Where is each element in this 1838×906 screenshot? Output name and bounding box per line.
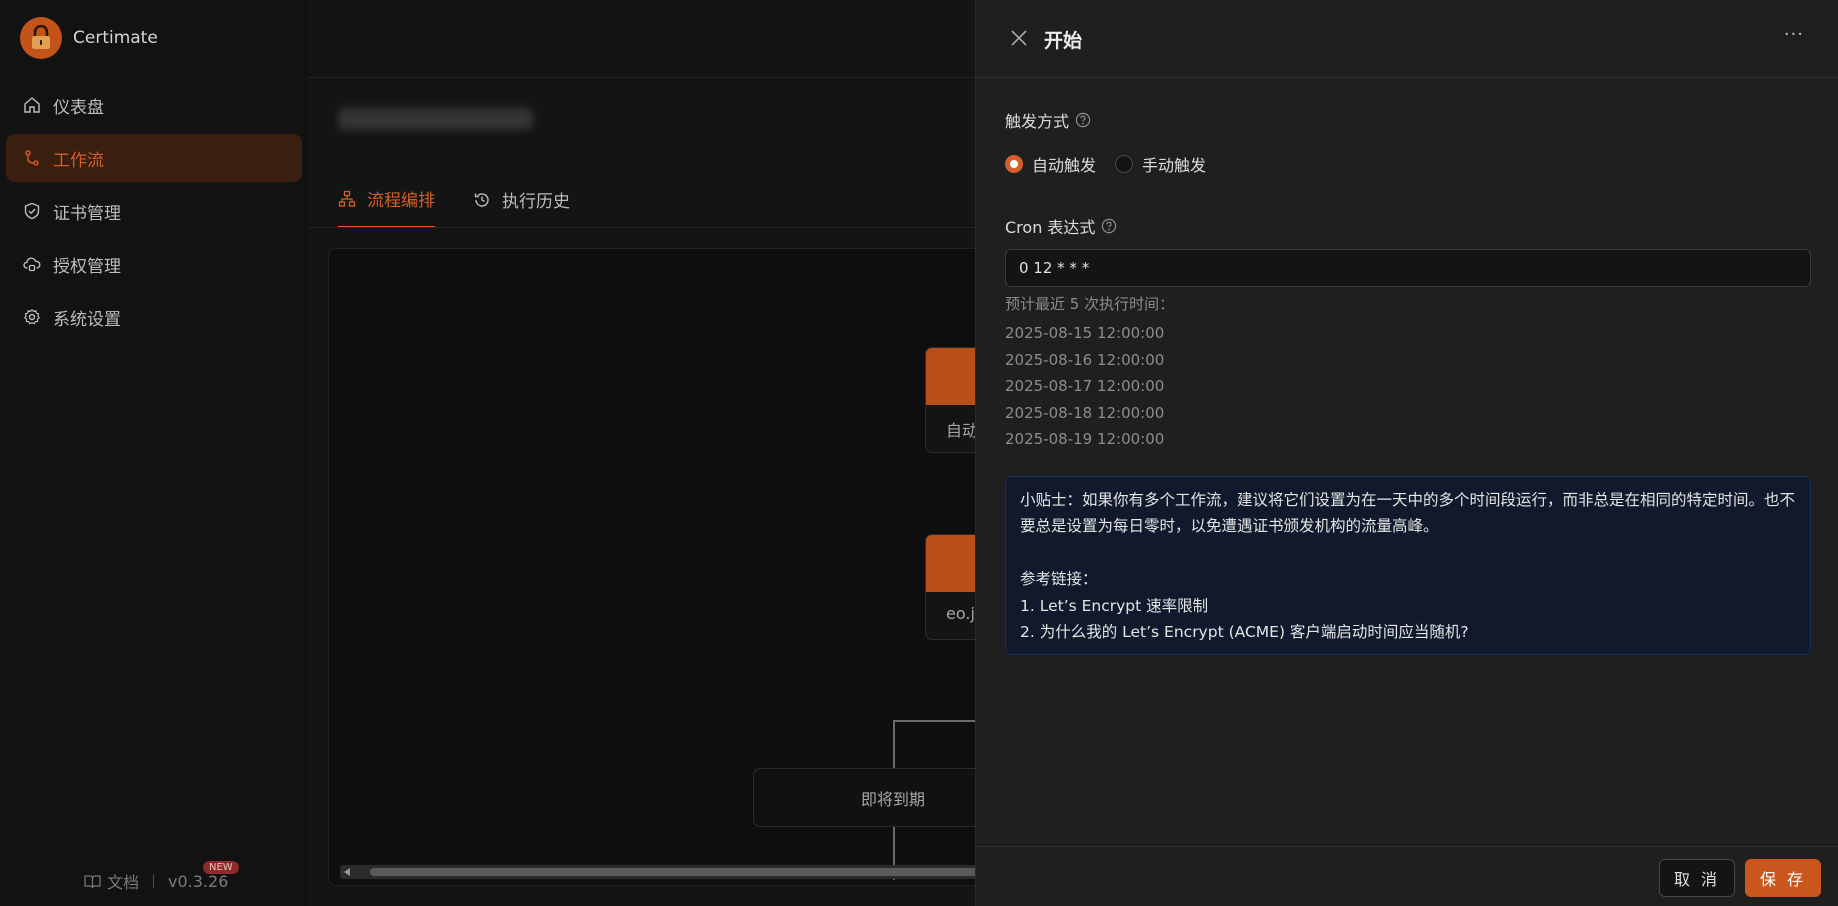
history-icon: [474, 192, 489, 207]
footer-divider: [153, 874, 155, 888]
sidebar-item-certificates[interactable]: 证书管理: [6, 187, 302, 235]
radio-label: 手动触发: [1142, 156, 1207, 175]
tip-spacer: [1020, 540, 1796, 567]
book-icon: [84, 874, 101, 888]
trigger-field-label: 触发方式: [1005, 108, 1811, 132]
execution-preview: 预计最近 5 次执行时间： 2025-08-15 12:00:00 2025-0…: [1005, 293, 1811, 453]
drawer-title: 开始: [1044, 30, 1083, 52]
trigger-label: 触发方式: [1005, 112, 1070, 131]
sidebar-item-label: 证书管理: [53, 203, 121, 224]
help-icon[interactable]: [1075, 112, 1091, 128]
cron-expression-input[interactable]: [1005, 249, 1811, 287]
sidebar: Certimate 仪表盘 工作流 证书管理 授权管理 系统设置 文档 v0.3…: [0, 0, 308, 906]
preview-time: 2025-08-18 12:00:00: [1005, 403, 1165, 422]
preview-time: 2025-08-15 12:00:00: [1005, 324, 1165, 342]
save-button[interactable]: 保 存: [1745, 859, 1821, 897]
preview-time: 2025-08-17 12:00:00: [1005, 377, 1165, 395]
preview-title: 预计最近 5 次执行时间：: [1005, 295, 1175, 313]
tip-box: 小贴士：如果你有多个工作流，建议将它们设置为在一天中的多个时间段运行，而非总是在…: [1005, 475, 1811, 655]
sidebar-item-access[interactable]: 授权管理: [6, 240, 302, 288]
tab-history[interactable]: 执行历史: [473, 186, 570, 228]
drawer-body: 触发方式 自动触发 手动触发 Cron 表达式 预计最近 5 次执行时间：: [1005, 108, 1811, 655]
flow-icon: [338, 190, 356, 207]
tip-link-random-start[interactable]: 2. 为什么我的 Let’s Encrypt (ACME) 客户端启动时间应当随…: [1020, 619, 1796, 646]
drawer-footer: 取 消 保 存: [976, 846, 1838, 906]
workflow-tabs: 流程编排 执行历史: [338, 186, 608, 228]
new-badge: NEW: [203, 861, 239, 874]
condition-label: 即将到期: [860, 789, 925, 809]
tab-label: 执行历史: [502, 192, 570, 212]
node-config-drawer: 开始 ··· 触发方式 自动触发 手动触发 Cron 表达式 0 12 * * …: [975, 0, 1838, 906]
workflow-icon: [25, 150, 39, 166]
scroll-left-icon[interactable]: [344, 868, 350, 876]
sidebar-item-label: 仪表盘: [53, 97, 104, 118]
tip-link-rate-limits[interactable]: 1. Let’s Encrypt 速率限制: [1020, 593, 1796, 620]
tab-orchestration[interactable]: 流程编排: [338, 186, 435, 228]
docs-link[interactable]: 文档: [107, 869, 139, 893]
cloud-lock-icon: [23, 257, 41, 272]
help-icon[interactable]: [1101, 218, 1117, 234]
workflow-title-blurred: [338, 108, 533, 130]
sidebar-item-label: 授权管理: [53, 256, 121, 277]
preview-time: 2025-08-19 12:00:00: [1005, 430, 1165, 448]
app-root: Certimate 仪表盘 工作流 证书管理 授权管理 系统设置 文档 v0.3…: [0, 0, 1838, 906]
sidebar-item-label: 工作流: [53, 150, 104, 171]
drawer-header: 开始 ···: [976, 0, 1838, 78]
radio-auto-trigger[interactable]: 自动触发: [1005, 152, 1096, 176]
radio-manual-trigger[interactable]: 手动触发: [1115, 152, 1206, 176]
tab-label: 流程编排: [367, 191, 435, 211]
sidebar-item-workflow[interactable]: 工作流: [6, 134, 302, 182]
home-icon: [24, 97, 40, 113]
tip-text: 小贴士：如果你有多个工作流，建议将它们设置为在一天中的多个时间段运行，而非总是在…: [1020, 490, 1796, 536]
radio-checked-icon: [1005, 155, 1023, 173]
close-icon[interactable]: [1010, 29, 1028, 47]
sidebar-menu: 仪表盘 工作流 证书管理 授权管理 系统设置: [6, 81, 302, 346]
trigger-radio-group: 自动触发 手动触发: [1005, 152, 1811, 176]
sidebar-item-dashboard[interactable]: 仪表盘: [6, 81, 302, 129]
sidebar-item-label: 系统设置: [53, 309, 121, 330]
cron-field-label: Cron 表达式: [1005, 214, 1811, 238]
radio-label: 自动触发: [1032, 156, 1097, 175]
cron-label: Cron 表达式: [1005, 218, 1096, 237]
version-label[interactable]: v0.3.26: [168, 872, 228, 891]
tip-ref-title: 参考链接：: [1020, 570, 1098, 588]
gear-icon: [23, 308, 41, 325]
app-name: Certimate: [73, 28, 158, 48]
preview-time: 2025-08-16 12:00:00: [1005, 350, 1165, 369]
more-options-button[interactable]: ···: [1784, 24, 1804, 45]
sidebar-item-settings[interactable]: 系统设置: [6, 293, 302, 341]
lock-logo-icon: [20, 17, 62, 59]
brand[interactable]: Certimate: [20, 17, 158, 59]
shield-icon: [24, 202, 40, 220]
cancel-button[interactable]: 取 消: [1659, 859, 1735, 897]
radio-unchecked-icon: [1115, 155, 1134, 173]
